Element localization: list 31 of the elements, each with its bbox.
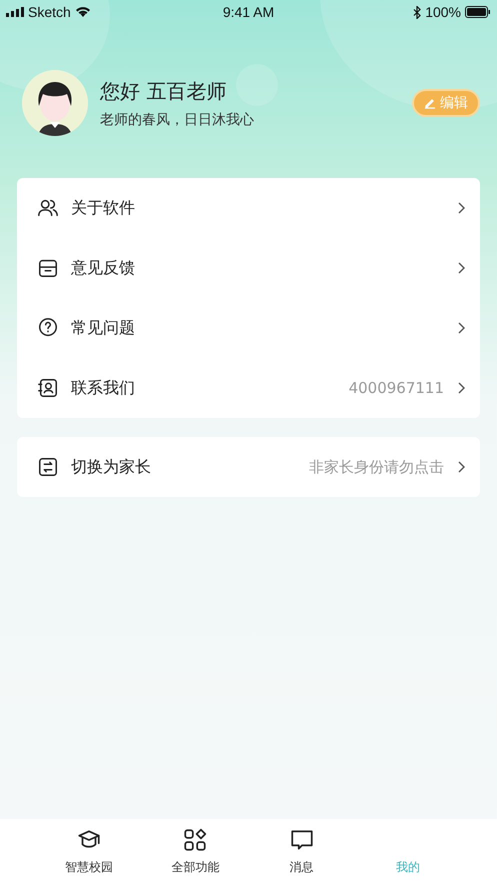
menu-item[interactable]: 常见问题 (71, 318, 444, 338)
tab[interactable]: 消息 (248, 819, 355, 883)
chevron-icon (456, 321, 466, 335)
wifi-icon (74, 6, 91, 18)
avatar (22, 70, 88, 136)
signal-icon (6, 7, 24, 17)
tab[interactable]: 全部功能 (142, 819, 248, 883)
tab[interactable]: 智慧校园 (36, 819, 142, 883)
menu-value: 非家长身份请勿点击 (309, 458, 444, 476)
contact-icon (37, 377, 59, 399)
battery-icon (465, 6, 491, 18)
chevron-icon (456, 261, 466, 275)
clock: 9:41 AM (222, 4, 274, 20)
people-icon (37, 197, 59, 219)
menu-item[interactable]: 意见反馈 (71, 258, 444, 278)
menu-value: 4000967111 (348, 379, 444, 397)
motto: 老师的春风，日日沐我心 (100, 110, 254, 128)
pencil-icon (424, 97, 436, 109)
tray-icon (37, 257, 59, 279)
menu-item[interactable]: 联系我们 (71, 378, 337, 398)
menu-item[interactable]: 切换为家长 (71, 456, 297, 478)
help-icon (37, 317, 59, 339)
battery-percent: 100% (425, 4, 461, 20)
chevron-icon (456, 460, 466, 474)
menu-item[interactable]: 关于软件 (71, 198, 444, 218)
chevron-icon (456, 201, 466, 215)
bluetooth-icon (413, 6, 422, 18)
greeting: 您好 五百老师 (100, 78, 226, 104)
carrier-name: Sketch (28, 4, 71, 20)
switch-icon (37, 456, 59, 478)
chevron-icon (456, 381, 466, 395)
